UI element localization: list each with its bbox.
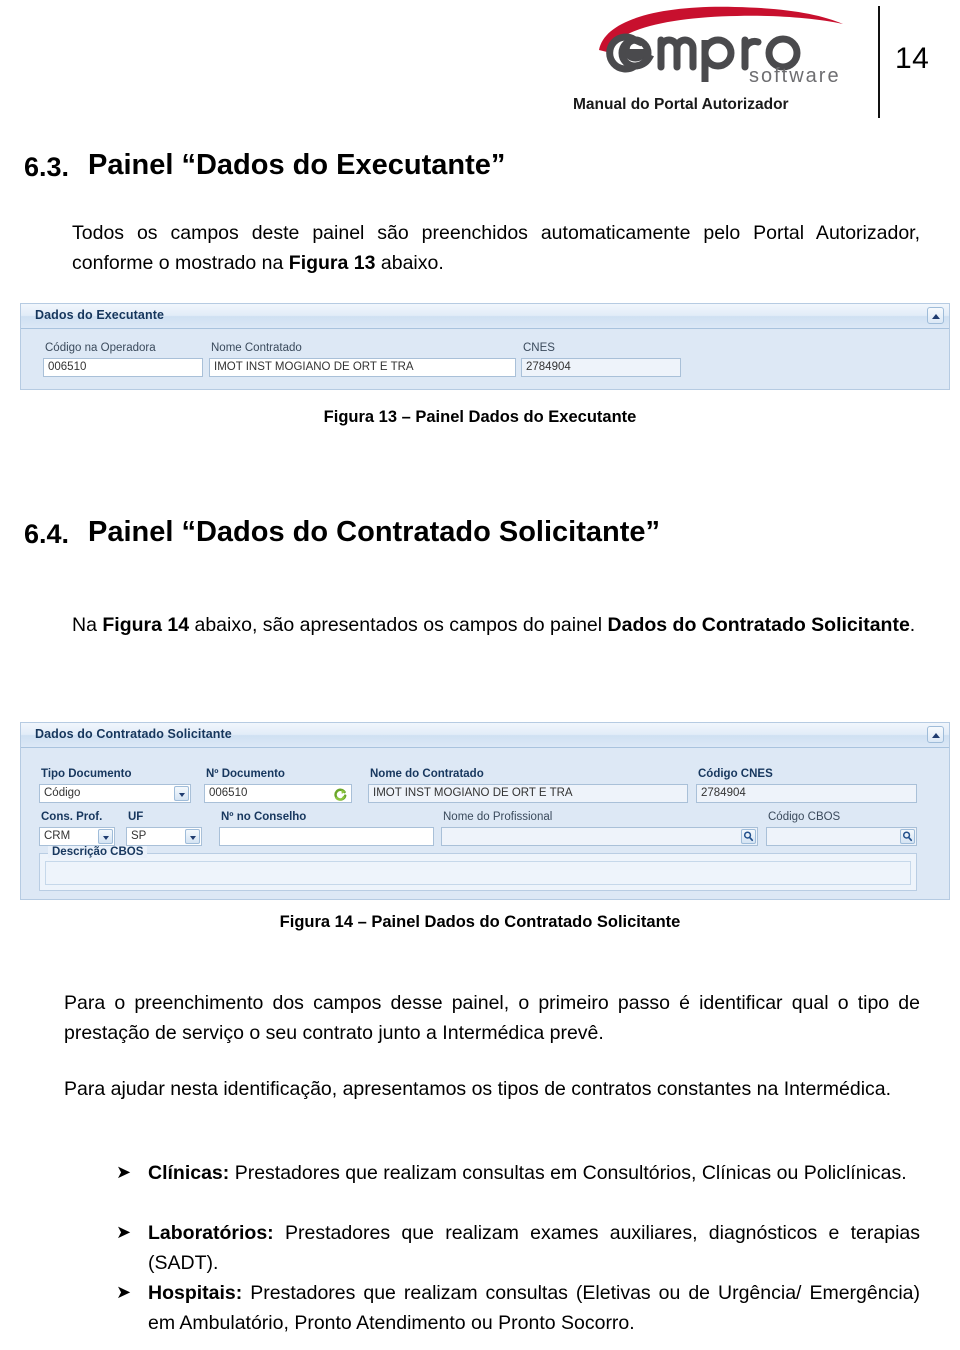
chevron-down-icon[interactable] bbox=[174, 786, 189, 801]
numero-documento-input[interactable]: 006510 bbox=[204, 784, 352, 803]
empro-software-logo: software bbox=[595, 4, 865, 89]
field-label: Código na Operadora bbox=[45, 342, 156, 354]
section-title-6-3: Painel “Dados do Executante” bbox=[88, 149, 506, 181]
arrow-bullet-icon: ➤ bbox=[116, 1162, 132, 1183]
figure14-panel-body: Tipo Documento Código Nº Documento 00651… bbox=[21, 748, 949, 899]
chevron-down-icon[interactable] bbox=[98, 829, 113, 844]
nome-do-profissional-input[interactable] bbox=[441, 827, 758, 846]
arrow-bullet-icon: ➤ bbox=[116, 1282, 132, 1303]
list-item-hospitais: ➤ Hospitais: Prestadores que realizam co… bbox=[116, 1278, 920, 1338]
field-value: 2784904 bbox=[526, 361, 571, 373]
magnifier-glyph bbox=[902, 831, 913, 842]
cons-prof-select[interactable]: CRM bbox=[39, 827, 115, 846]
tipo-documento-select[interactable]: Código bbox=[39, 784, 191, 803]
figure14-panel-header: Dados do Contratado Solicitante bbox=[21, 723, 949, 748]
field-label: Nome do Contratado bbox=[370, 768, 484, 780]
figure14-panel: Dados do Contratado Solicitante Tipo Doc… bbox=[20, 722, 950, 900]
manual-title: Manual do Portal Autorizador bbox=[573, 96, 789, 113]
field-value: 006510 bbox=[48, 361, 87, 373]
codigo-cbos-input[interactable] bbox=[766, 827, 917, 846]
paragraph-6-3: Todos os campos deste painel são preench… bbox=[72, 222, 920, 274]
nome-contratado-input[interactable]: IMOT INST MOGIANO DE ORT E TRA bbox=[209, 358, 516, 377]
field-label: Nº no Conselho bbox=[221, 811, 307, 823]
chevron-down-icon[interactable] bbox=[185, 829, 200, 844]
field-label: Código CNES bbox=[698, 768, 773, 780]
uf-select[interactable]: SP bbox=[126, 827, 202, 846]
paragraph-6-4: Na Figura 14 abaixo, são apresentados os… bbox=[72, 614, 916, 636]
codigo-na-operadora-input[interactable]: 006510 bbox=[43, 358, 203, 377]
refresh-icon[interactable] bbox=[334, 788, 347, 801]
figure13-panel-title: Dados do Executante bbox=[35, 308, 165, 322]
field-label: Cons. Prof. bbox=[41, 811, 103, 823]
numero-no-conselho-input[interactable] bbox=[219, 827, 434, 846]
list-item-term: Hospitais: bbox=[148, 1282, 243, 1304]
list-item-clinicas: ➤ Clínicas: Prestadores que realizam con… bbox=[116, 1158, 920, 1188]
list-item-term: Clínicas: bbox=[148, 1162, 230, 1184]
section-number-6-3: 6.3. bbox=[24, 152, 70, 182]
field-value: 2784904 bbox=[701, 787, 746, 799]
magnifier-glyph bbox=[743, 831, 754, 842]
figure13-panel: Dados do Executante Código na Operadora … bbox=[20, 303, 950, 390]
figure13-panel-header: Dados do Executante bbox=[21, 304, 949, 329]
figure13-panel-body: Código na Operadora 006510 Nome Contrata… bbox=[21, 329, 949, 389]
field-label: Nome do Profissional bbox=[443, 811, 553, 823]
field-label: Nome Contratado bbox=[211, 342, 302, 354]
collapse-up-icon[interactable] bbox=[927, 726, 944, 743]
search-icon[interactable] bbox=[900, 829, 915, 844]
cnes-input[interactable]: 2784904 bbox=[521, 358, 681, 377]
arrow-bullet-icon: ➤ bbox=[116, 1222, 132, 1243]
figure13-caption: Figura 13 – Painel Dados do Executante bbox=[323, 408, 637, 426]
field-label: Nº Documento bbox=[206, 768, 285, 780]
field-value: 006510 bbox=[209, 787, 248, 799]
document-page: software 14 Manual do Portal Autorizador… bbox=[0, 0, 960, 1350]
paragraph-ajudar: Para ajudar nesta identificação, apresen… bbox=[64, 1078, 892, 1100]
list-item-term: Laboratórios: bbox=[148, 1222, 274, 1244]
header-divider bbox=[878, 6, 880, 118]
list-item-text: Prestadores que realizam consultas (Elet… bbox=[148, 1282, 920, 1334]
section-number-6-4: 6.4. bbox=[24, 519, 70, 549]
field-label: Tipo Documento bbox=[41, 768, 132, 780]
descricao-cbos-input[interactable] bbox=[45, 861, 911, 885]
descricao-cbos-legend: Descrição CBOS bbox=[48, 846, 148, 858]
collapse-up-icon[interactable] bbox=[927, 307, 944, 324]
paragraph-preenchimento: Para o preenchimento dos campos desse pa… bbox=[64, 992, 920, 1044]
nome-do-contratado-input[interactable]: IMOT INST MOGIANO DE ORT E TRA bbox=[368, 784, 688, 803]
field-label: UF bbox=[128, 811, 144, 823]
svg-text:software: software bbox=[749, 65, 841, 87]
field-value: IMOT INST MOGIANO DE ORT E TRA bbox=[373, 787, 573, 799]
field-label: Código CBOS bbox=[768, 811, 841, 823]
page-number: 14 bbox=[895, 42, 930, 75]
section-title-6-4: Painel “Dados do Contratado Solicitante” bbox=[88, 516, 661, 548]
search-icon[interactable] bbox=[741, 829, 756, 844]
field-value: SP bbox=[131, 830, 147, 842]
list-item-laboratorios: ➤ Laboratórios: Prestadores que realizam… bbox=[116, 1218, 920, 1278]
descricao-cbos-group: Descrição CBOS bbox=[39, 846, 917, 891]
field-label: CNES bbox=[523, 342, 555, 354]
list-item-text: Prestadores que realizam consultas em Co… bbox=[229, 1162, 907, 1184]
field-value: CRM bbox=[44, 830, 71, 842]
page-header: software 14 Manual do Portal Autorizador bbox=[0, 0, 960, 130]
field-value: Código bbox=[44, 787, 81, 799]
field-value: IMOT INST MOGIANO DE ORT E TRA bbox=[214, 361, 414, 373]
figure14-caption: Figura 14 – Painel Dados do Contratado S… bbox=[279, 913, 681, 931]
logo-svg: software bbox=[599, 6, 843, 87]
figure14-panel-title: Dados do Contratado Solicitante bbox=[35, 727, 232, 741]
codigo-cnes-input[interactable]: 2784904 bbox=[696, 784, 917, 803]
